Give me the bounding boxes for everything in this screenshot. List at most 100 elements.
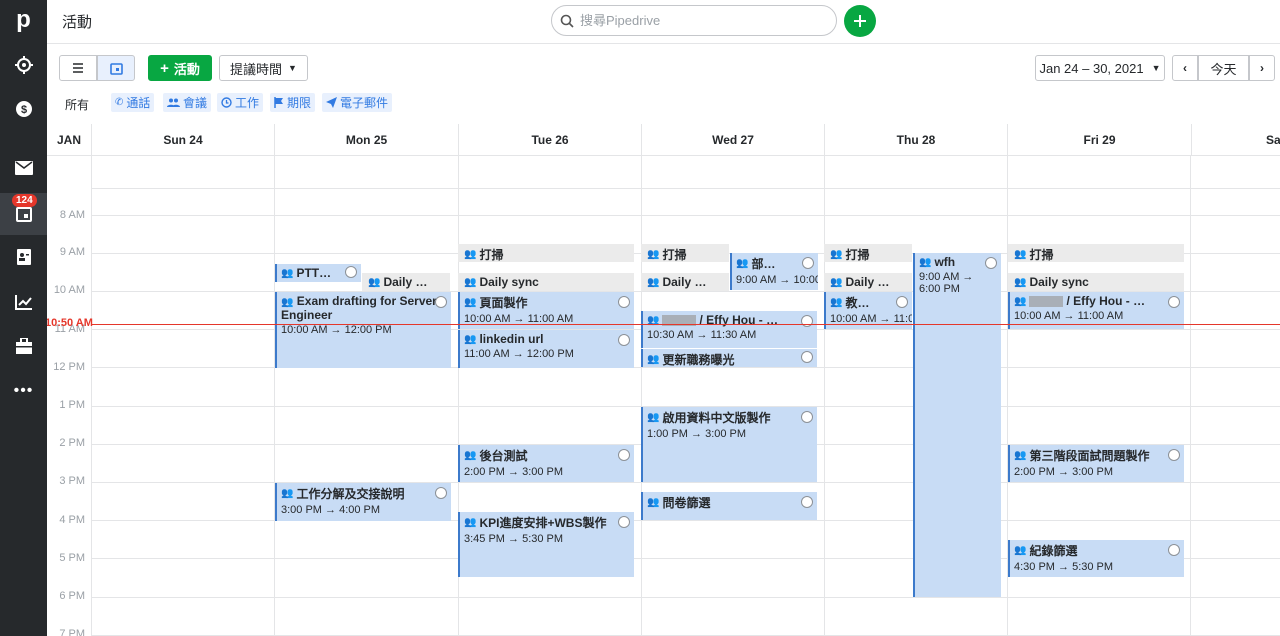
complete-checkbox[interactable] [1168, 296, 1180, 308]
event-card[interactable]: 👥 第三階段面試問題製作 2:00 PM → 3:00 PM [1008, 445, 1184, 482]
event-card[interactable]: 👥 工作分解及交接說明 3:00 PM → 4:00 PM [275, 483, 451, 521]
day-header-sun[interactable]: Sun 24 [91, 124, 274, 156]
day-header-tue[interactable]: Tue 26 [458, 124, 641, 156]
next-week-button[interactable]: › [1249, 55, 1275, 81]
event-card[interactable]: 👥 問卷篩選 [641, 492, 817, 520]
event-time: 1:00 PM → 3:00 PM [647, 428, 747, 440]
list-view-button[interactable] [59, 55, 97, 81]
complete-checkbox[interactable] [985, 257, 997, 269]
complete-checkbox[interactable] [801, 496, 813, 508]
calendar-view-button[interactable] [97, 55, 135, 81]
clock-icon [221, 97, 232, 108]
nav-deals-target-icon[interactable] [0, 45, 47, 85]
day-header-sat[interactable]: Sa [1191, 124, 1280, 156]
search-input[interactable] [580, 13, 820, 28]
complete-checkbox[interactable] [801, 315, 813, 327]
search-box[interactable] [551, 5, 837, 36]
complete-checkbox[interactable] [618, 296, 630, 308]
filter-deadline[interactable]: 期限 [270, 93, 316, 112]
complete-checkbox[interactable] [435, 487, 447, 499]
meeting-icon: 👥 [1014, 249, 1027, 260]
day-header-mon[interactable]: Mon 25 [274, 124, 458, 156]
filter-email[interactable]: 電子郵件 [322, 93, 393, 112]
event-card[interactable]: 👥 KPI進度安排+WBS製作 3:45 PM → 5:30 PM [458, 512, 634, 577]
event-card[interactable]: 👥 部… 9:00 AM → 10:00 [730, 253, 818, 290]
complete-checkbox[interactable] [801, 351, 813, 363]
pipedrive-logo[interactable]: p [0, 0, 47, 40]
event-title: 打掃 [1029, 248, 1054, 262]
day-divider [824, 156, 825, 636]
complete-checkbox[interactable] [1168, 449, 1180, 461]
event-card[interactable]: 👥 Daily sync [458, 273, 634, 291]
event-card[interactable]: 👥 wfh 9:00 AM → 6:00 PM [913, 253, 1001, 597]
propose-time-dropdown[interactable]: 提議時間 ▼ [219, 55, 308, 81]
filter-label: 通話 [126, 96, 151, 110]
event-card[interactable]: 👥 打掃 [824, 244, 912, 262]
event-card[interactable]: 👥 後台測試 2:00 PM → 3:00 PM [458, 445, 634, 482]
meeting-icon: 👥 [647, 497, 660, 508]
send-icon [326, 97, 337, 108]
event-card[interactable]: 👥 PTT… [275, 264, 361, 282]
complete-checkbox[interactable] [801, 411, 813, 423]
previous-week-button[interactable]: ‹ [1172, 55, 1198, 81]
filter-all[interactable]: 所有 [65, 96, 89, 113]
event-title: / Effy Hou - … [1066, 294, 1146, 308]
nav-mail-icon[interactable] [0, 148, 47, 188]
row-divider [91, 188, 1280, 189]
svg-text:$: $ [20, 104, 26, 116]
nav-more-icon[interactable]: ••• [0, 371, 47, 411]
meeting-icon: 👥 [1014, 295, 1027, 307]
event-card[interactable]: 👥 Daily … [362, 273, 450, 291]
complete-checkbox[interactable] [435, 296, 447, 308]
top-bar: 活動 [47, 0, 1280, 44]
meeting-icon: 👥 [281, 488, 294, 499]
event-card[interactable]: 👥 打掃 [1008, 244, 1184, 262]
plus-icon: + [160, 59, 169, 77]
event-card[interactable]: 👥 更新職務曝光 [641, 349, 817, 367]
event-title: 打掃 [662, 248, 687, 262]
meeting-icon: 👥 [1014, 450, 1027, 461]
event-time: 11:00 AM → 12:00 PM [464, 348, 574, 360]
event-card[interactable]: 👥 Daily … [824, 273, 912, 291]
event-card[interactable]: 👥 / Effy Hou - … 10:30 AM → 11:30 AM [641, 311, 817, 348]
complete-checkbox[interactable] [618, 516, 630, 528]
day-divider [274, 156, 275, 636]
event-card[interactable]: 👥 linkedin url 11:00 AM → 12:00 PM [458, 330, 634, 368]
nav-dollar-icon[interactable]: $ [0, 89, 47, 129]
filter-call[interactable]: ✆ 通話 [111, 93, 155, 112]
day-header-wed[interactable]: Wed 27 [641, 124, 824, 156]
meeting-icon: 👥 [464, 517, 477, 528]
event-card[interactable]: 👥 Exam drafting for Server Engineer 10:0… [275, 292, 451, 368]
date-range-dropdown[interactable]: Jan 24 – 30, 2021 ▼ [1035, 55, 1165, 81]
nav-contacts-icon[interactable] [0, 237, 47, 277]
complete-checkbox[interactable] [896, 296, 908, 308]
nav-insights-chart-icon[interactable] [0, 282, 47, 322]
complete-checkbox[interactable] [1168, 544, 1180, 556]
day-header-thu[interactable]: Thu 28 [824, 124, 1007, 156]
event-card[interactable]: 👥 Daily sync [1008, 273, 1184, 291]
complete-checkbox[interactable] [802, 257, 814, 269]
today-label: 今天 [1210, 61, 1237, 77]
filter-label: 工作 [235, 96, 260, 110]
event-card[interactable]: 👥 Daily … [641, 273, 729, 291]
logo-text: p [16, 6, 31, 33]
meeting-icon: 👥 [464, 249, 477, 260]
add-activity-button[interactable]: + 活動 [148, 55, 212, 81]
day-header-fri[interactable]: Fri 29 [1007, 124, 1191, 156]
complete-checkbox[interactable] [618, 449, 630, 461]
complete-checkbox[interactable] [345, 266, 357, 278]
people-icon [167, 98, 180, 107]
filter-task[interactable]: 工作 [217, 93, 264, 112]
event-card[interactable]: 👥 打掃 [641, 244, 729, 262]
today-button[interactable]: 今天 [1198, 55, 1249, 81]
event-card[interactable]: 👥 紀錄篩選 4:30 PM → 5:30 PM [1008, 540, 1184, 577]
event-card[interactable]: 👥 啟用資料中文版製作 1:00 PM → 3:00 PM [641, 407, 817, 482]
nav-products-box-icon[interactable] [0, 326, 47, 366]
event-card[interactable]: 👥 打掃 [458, 244, 634, 262]
filter-meeting[interactable]: 會議 [163, 93, 212, 112]
event-title: Exam drafting for Server Engineer [281, 294, 437, 322]
current-time-line [91, 324, 1280, 325]
quick-add-button[interactable] [844, 5, 876, 37]
complete-checkbox[interactable] [618, 334, 630, 346]
hour-label: 7 PM [59, 628, 85, 636]
